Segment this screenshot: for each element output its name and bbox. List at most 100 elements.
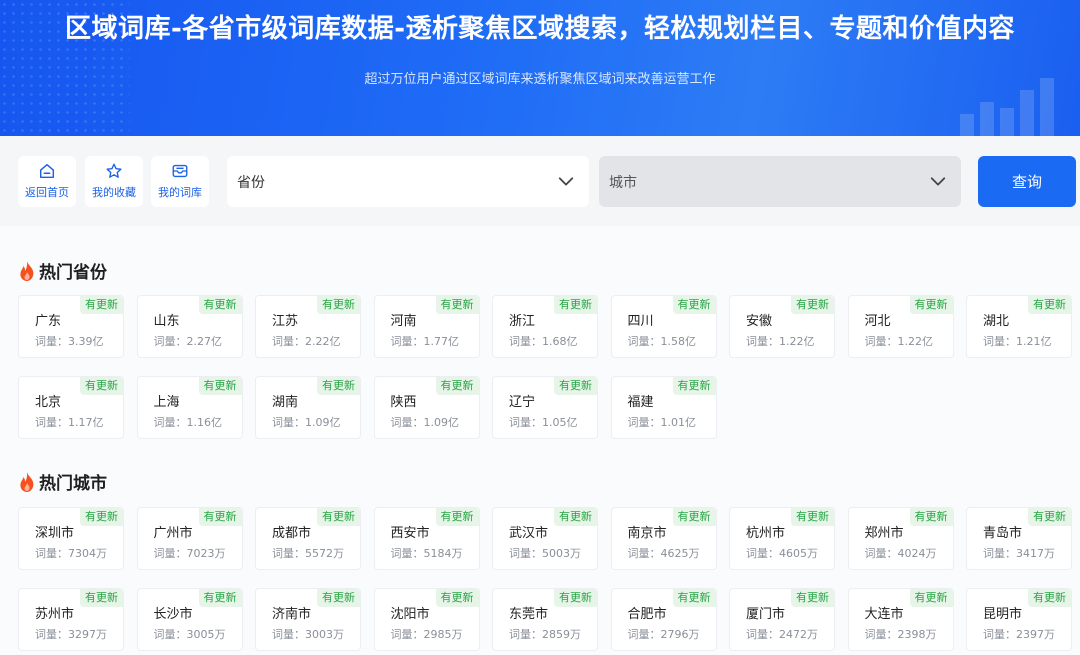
update-badge: 有更新 — [435, 377, 479, 395]
chevron-down-icon — [930, 177, 946, 186]
card-name: 郑州市 — [864, 526, 904, 541]
card-name: 北京 — [35, 395, 62, 410]
card-name: 昆明市 — [983, 607, 1023, 622]
home-button[interactable]: 返回首页 — [18, 156, 76, 207]
card-word-count: 词量：3297万 — [35, 628, 107, 641]
province-card[interactable]: 四川 词量：1.58亿 有更新 — [610, 295, 717, 358]
query-button[interactable]: 查询 — [978, 156, 1076, 207]
update-badge: 有更新 — [909, 589, 953, 607]
card-word-count: 词量：1.01亿 — [627, 416, 697, 429]
card-word-count: 词量：1.77亿 — [390, 335, 460, 348]
home-label: 返回首页 — [25, 186, 69, 199]
card-word-count: 词量：2472万 — [746, 628, 818, 641]
update-badge: 有更新 — [791, 589, 834, 607]
card-name: 湖南 — [272, 395, 299, 410]
card-word-count: 词量：3003万 — [272, 628, 344, 641]
card-word-count: 词量：1.05亿 — [509, 416, 578, 429]
card-word-count: 词量：7304万 — [35, 547, 107, 560]
city-card[interactable]: 深圳市 词量：7304万 有更新 — [18, 507, 124, 570]
card-word-count: 词量：1.09亿 — [390, 416, 460, 429]
province-card[interactable]: 湖北 词量：1.21亿 有更新 — [966, 295, 1072, 358]
city-select[interactable]: 城市 — [599, 156, 961, 207]
card-name: 成都市 — [272, 526, 312, 541]
fire-icon — [20, 471, 34, 492]
city-card[interactable]: 大连市 词量：2398万 有更新 — [847, 588, 954, 651]
city-card[interactable]: 昆明市 词量：2397万 有更新 — [966, 588, 1072, 651]
update-badge: 有更新 — [435, 296, 479, 314]
city-card[interactable]: 西安市 词量：5184万 有更新 — [373, 507, 480, 570]
province-card[interactable]: 浙江 词量：1.68亿 有更新 — [492, 295, 598, 358]
card-word-count: 词量：3005万 — [153, 628, 226, 641]
card-word-count: 词量：3417万 — [983, 547, 1055, 560]
province-card[interactable]: 福建词量：1.01亿 有更新 — [610, 376, 717, 439]
province-card[interactable]: 河南 词量：1.77亿 有更新 — [373, 295, 480, 358]
card-name: 陕西 — [390, 395, 417, 410]
card-word-count: 词量：2397万 — [983, 628, 1055, 641]
city-card[interactable]: 南京市词量：4625万 有更新 — [610, 507, 717, 570]
city-card[interactable]: 沈阳市 词量：2985万 有更新 — [373, 588, 480, 651]
card-name: 山东 — [153, 314, 180, 329]
update-badge: 有更新 — [672, 508, 716, 526]
star-icon — [106, 163, 122, 178]
card-name: 杭州市 — [746, 526, 786, 541]
province-card[interactable]: 安徽 词量：1.22亿 有更新 — [729, 295, 835, 358]
city-card[interactable]: 合肥市 词量：2796万 有更新 — [610, 588, 717, 651]
card-word-count: 词量：1.16亿 — [153, 416, 223, 429]
province-card[interactable]: 广东 词量：3.39亿 有更新 — [18, 295, 124, 358]
card-word-count: 词量：1.22亿 — [746, 335, 815, 348]
update-badge: 有更新 — [1028, 296, 1071, 314]
update-badge: 有更新 — [198, 377, 242, 395]
province-card[interactable]: 湖南 词量：1.09亿 有更新 — [255, 376, 361, 439]
update-badge: 有更新 — [317, 508, 360, 526]
city-card[interactable]: 东莞市 词量：2859万 有更新 — [492, 588, 598, 651]
province-card[interactable]: 上海 词量：1.16亿 有更新 — [136, 376, 243, 439]
hot-provinces-heading: 热门省份 — [18, 258, 107, 283]
city-select-value: 城市 — [609, 174, 637, 191]
update-badge: 有更新 — [80, 296, 123, 314]
update-badge: 有更新 — [435, 589, 479, 607]
card-name: 南京市 — [627, 526, 667, 541]
update-badge: 有更新 — [80, 377, 123, 395]
card-word-count: 词量：1.09亿 — [272, 416, 341, 429]
province-card[interactable]: 陕西词量：1.09亿 有更新 — [373, 376, 480, 439]
city-card[interactable]: 杭州市 词量：4605万 有更新 — [729, 507, 835, 570]
city-card[interactable]: 长沙市 词量：3005万 有更新 — [136, 588, 243, 651]
province-card[interactable]: 辽宁 词量：1.05亿 有更新 — [492, 376, 598, 439]
card-name: 东莞市 — [509, 607, 549, 622]
card-name: 大连市 — [864, 607, 904, 622]
card-name: 河北 — [864, 314, 891, 329]
banner-title: 区域词库-各省市级词库数据-透析聚焦区域搜索，轻松规划栏目、专题和价值内容 — [64, 14, 1016, 44]
card-name: 浙江 — [509, 314, 536, 329]
card-name: 福建 — [627, 395, 654, 410]
card-name: 厦门市 — [746, 607, 786, 622]
card-word-count: 词量：1.68亿 — [509, 335, 578, 348]
city-card[interactable]: 广州市 词量：7023万 有更新 — [136, 507, 243, 570]
city-card[interactable]: 济南市 词量：3003万 有更新 — [255, 588, 361, 651]
province-card[interactable]: 江苏 词量：2.22亿 有更新 — [255, 295, 361, 358]
city-card[interactable]: 武汉市 词量：5003万 有更新 — [492, 507, 598, 570]
update-badge: 有更新 — [791, 508, 834, 526]
province-select[interactable]: 省份 — [227, 156, 589, 207]
city-card[interactable]: 成都市 词量：5572万 有更新 — [255, 507, 361, 570]
city-card[interactable]: 厦门市词量：2472万 有更新 — [729, 588, 835, 651]
card-word-count: 词量：1.22亿 — [864, 335, 934, 348]
update-badge: 有更新 — [198, 508, 242, 526]
card-word-count: 词量：4625万 — [627, 547, 700, 560]
city-card[interactable]: 苏州市 词量：3297万 有更新 — [18, 588, 124, 651]
card-word-count: 词量：1.21亿 — [983, 335, 1052, 348]
update-badge: 有更新 — [554, 589, 597, 607]
card-word-count: 词量：2.22亿 — [272, 335, 341, 348]
update-badge: 有更新 — [672, 377, 716, 395]
province-card[interactable]: 北京 词量：1.17亿 有更新 — [18, 376, 124, 439]
province-card[interactable]: 山东 词量：2.27亿 有更新 — [136, 295, 243, 358]
province-card[interactable]: 河北 词量：1.22亿 有更新 — [847, 295, 954, 358]
favorites-button[interactable]: 我的收藏 — [85, 156, 143, 207]
card-name: 广东 — [35, 314, 62, 329]
card-word-count: 词量：2985万 — [390, 628, 463, 641]
city-card[interactable]: 郑州市 词量：4024万 有更新 — [847, 507, 954, 570]
card-word-count: 词量：4024万 — [864, 547, 937, 560]
my-library-button[interactable]: 我的词库 — [151, 156, 209, 207]
update-badge: 有更新 — [317, 296, 360, 314]
city-card[interactable]: 青岛市 词量：3417万 有更新 — [966, 507, 1072, 570]
hero-banner: 区域词库-各省市级词库数据-透析聚焦区域搜索，轻松规划栏目、专题和价值内容 超过… — [0, 0, 1080, 136]
